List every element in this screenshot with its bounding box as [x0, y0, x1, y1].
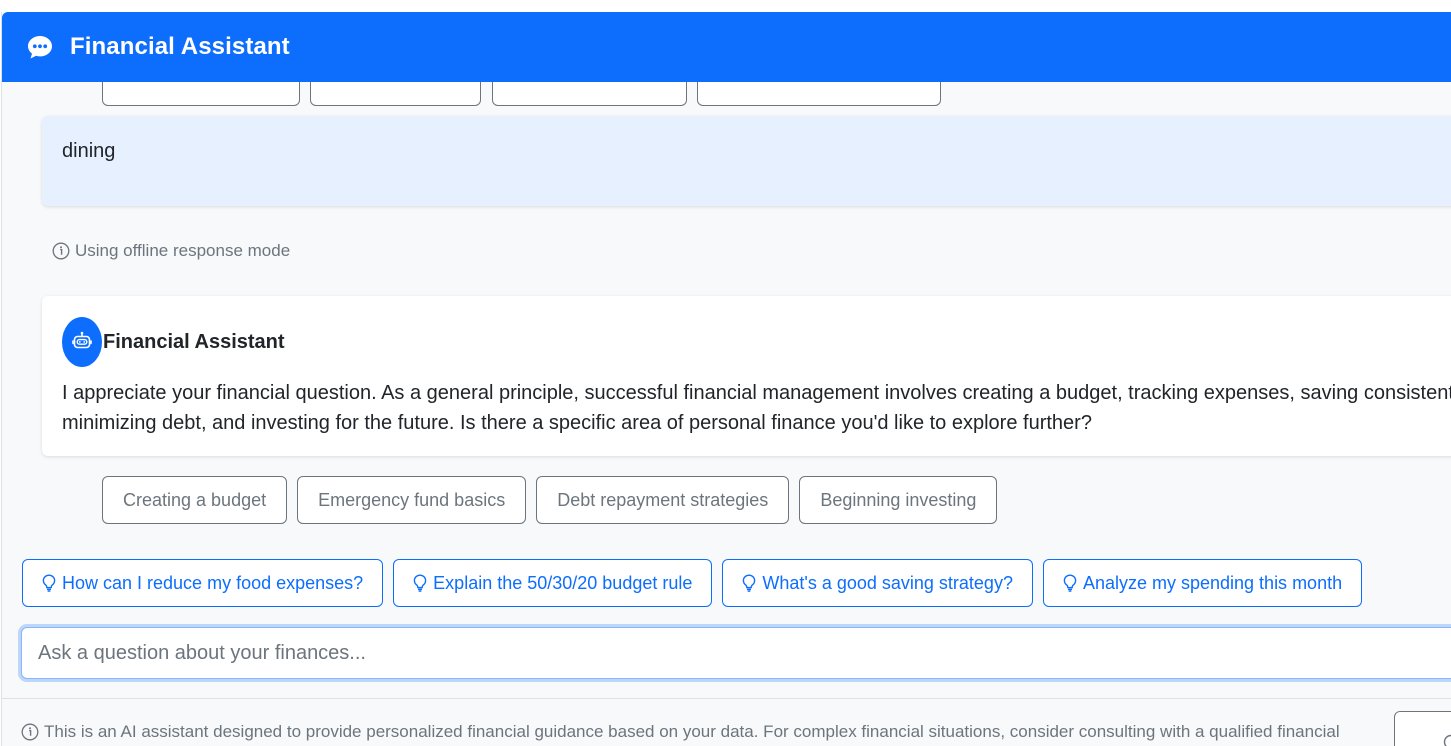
- quick-questions: How can I reduce my food expenses? Expla…: [22, 559, 1363, 607]
- robot-avatar-icon: [62, 317, 102, 367]
- offline-note-text: Using offline response mode: [75, 241, 291, 260]
- refresh-icon: [1443, 734, 1451, 746]
- chat-footer: This is an AI assistant designed to prov…: [2, 698, 1451, 746]
- question-input[interactable]: [22, 628, 1451, 678]
- disclaimer: This is an AI assistant designed to prov…: [21, 722, 1340, 742]
- user-message: dining: [42, 116, 1451, 206]
- info-icon: [52, 242, 70, 260]
- assistant-message-text: I appreciate your financial question. As…: [62, 378, 1451, 438]
- assistant-message-line: minimizing debt, and investing for the f…: [62, 412, 1092, 434]
- quick-question-label: Explain the 50/30/20 budget rule: [433, 572, 693, 593]
- question-input-wrapper: [21, 627, 1451, 679]
- suggestion-emergency-fund-button[interactable]: Emergency fund basics: [297, 476, 527, 524]
- assistant-message: Financial Assistant I appreciate your fi…: [42, 296, 1451, 456]
- quick-question-label: How can I reduce my food expenses?: [62, 572, 364, 593]
- previous-suggestion-chip[interactable]: [492, 82, 687, 106]
- previous-suggestion-chip[interactable]: [697, 82, 941, 106]
- assistant-name: Financial Assistant: [103, 330, 285, 353]
- user-message-text: dining: [62, 140, 116, 162]
- suggestion-debt-repayment-button[interactable]: Debt repayment strategies: [536, 476, 790, 524]
- quick-question-food-expenses-button[interactable]: How can I reduce my food expenses?: [22, 559, 384, 607]
- quick-question-saving-strategy-button[interactable]: What's a good saving strategy?: [722, 559, 1033, 607]
- header-title: Financial Assistant: [70, 33, 290, 60]
- follow-up-suggestions: Creating a budget Emergency fund basics …: [102, 476, 998, 524]
- suggestion-creating-budget-button[interactable]: Creating a budget: [102, 476, 288, 524]
- lightbulb-icon: [742, 574, 756, 592]
- message-list[interactable]: dining Using offline response mode Finan…: [2, 82, 1451, 552]
- lightbulb-icon: [1063, 574, 1077, 592]
- assistant-message-header: Financial Assistant: [62, 316, 1442, 368]
- chat-bubble-icon: [26, 33, 54, 61]
- quick-question-budget-rule-button[interactable]: Explain the 50/30/20 budget rule: [393, 559, 713, 607]
- chat-header: Financial Assistant: [2, 12, 1451, 82]
- quick-question-analyze-spending-button[interactable]: Analyze my spending this month: [1042, 559, 1363, 607]
- chat-window: Financial Assistant dining Using offline…: [1, 12, 1451, 746]
- lightbulb-icon: [413, 574, 427, 592]
- lightbulb-icon: [42, 574, 56, 592]
- previous-suggestion-chip[interactable]: [310, 82, 481, 106]
- suggestion-beginning-investing-button[interactable]: Beginning investing: [799, 476, 998, 524]
- assistant-message-line: I appreciate your financial question. As…: [62, 382, 1451, 404]
- footer-action-button[interactable]: [1394, 711, 1451, 746]
- disclaimer-text: This is an AI assistant designed to prov…: [44, 722, 1340, 741]
- quick-question-label: Analyze my spending this month: [1082, 572, 1343, 593]
- info-icon: [21, 723, 39, 741]
- previous-suggestion-chip[interactable]: [102, 82, 300, 106]
- quick-question-label: What's a good saving strategy?: [762, 572, 1013, 593]
- offline-mode-note: Using offline response mode: [52, 241, 290, 261]
